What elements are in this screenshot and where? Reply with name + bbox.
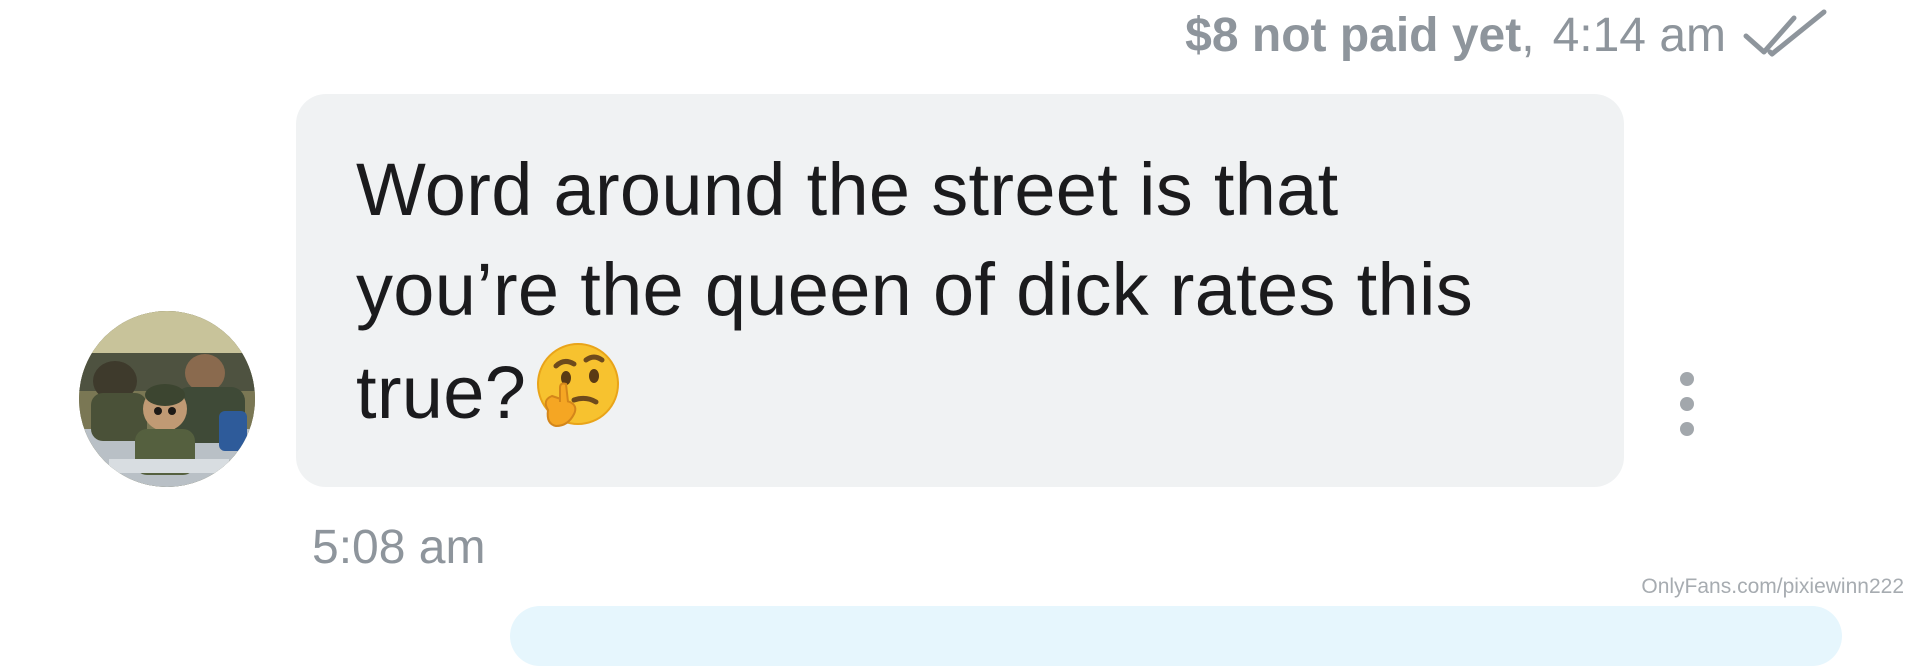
thinking-face-emoji: [537, 343, 620, 428]
message-text: Word around the street is that you’re th…: [356, 140, 1564, 443]
message-status-line: $8 not paid yet , 4:14 am: [1185, 8, 1828, 64]
outgoing-message-bubble[interactable]: [510, 606, 1842, 666]
price-status: $8 not paid yet: [1185, 9, 1522, 62]
vertical-ellipsis-icon: [1680, 372, 1694, 386]
double-check-icon: [1743, 9, 1827, 57]
message-line: true?: [356, 351, 527, 434]
message-line-with-emoji: true?: [356, 340, 1564, 443]
avatar-photo: [79, 311, 255, 487]
status-separator: ,: [1521, 9, 1535, 62]
vertical-ellipsis-icon: [1680, 397, 1694, 411]
avatar[interactable]: [79, 311, 255, 487]
message-line: Word around the street is that: [356, 148, 1339, 231]
message-timestamp: 5:08 am: [312, 521, 486, 574]
message-line: you’re the queen of dick rates this: [356, 248, 1474, 331]
incoming-message-bubble[interactable]: Word around the street is that you’re th…: [296, 94, 1624, 487]
watermark: OnlyFans.com/pixiewinn222: [1641, 575, 1904, 598]
sent-time: 4:14 am: [1552, 9, 1726, 62]
vertical-ellipsis-icon: [1680, 422, 1694, 436]
message-actions-button[interactable]: [1675, 372, 1699, 436]
